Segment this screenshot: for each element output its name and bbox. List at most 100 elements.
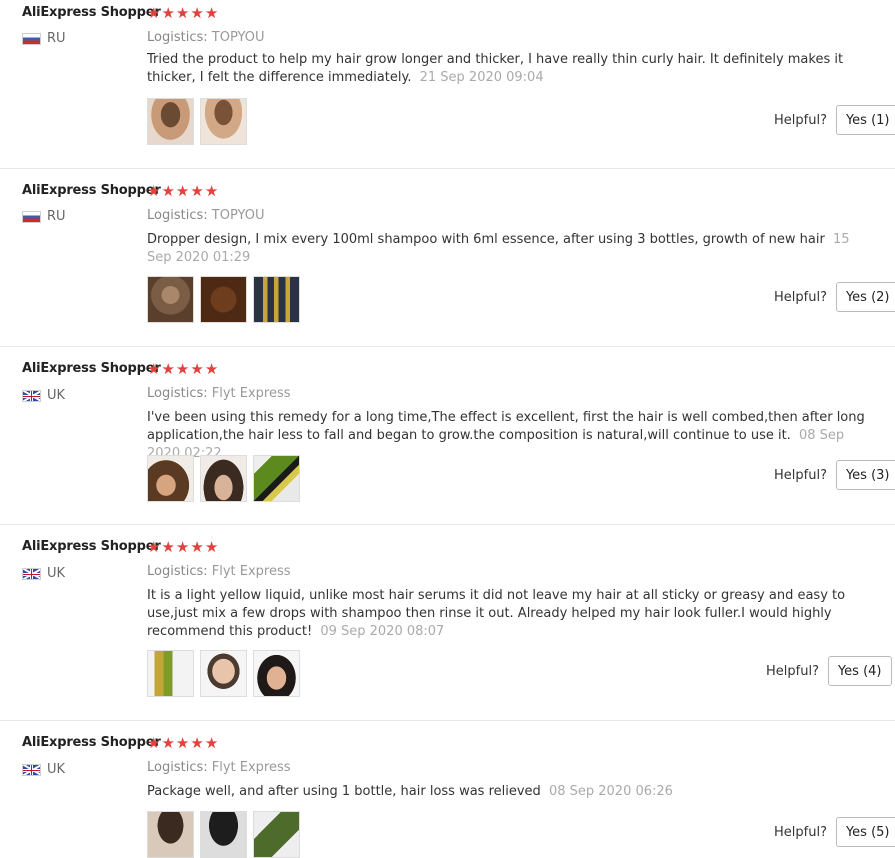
- star-icon: ★: [204, 734, 219, 752]
- star-icon: ★: [175, 538, 190, 556]
- review-photo-thumbnail[interactable]: [200, 455, 247, 502]
- reviewer-country: UK: [22, 762, 65, 777]
- logistics-carrier: TOPYOU: [211, 30, 265, 45]
- review-photo-thumbnail[interactable]: [147, 276, 194, 323]
- star-icon: ★: [190, 538, 204, 556]
- review-item: AliExpress Shopper ★ ★ ★ ★ ★ RU Logistic…: [0, 0, 895, 169]
- helpful-yes-button[interactable]: Yes (1): [835, 105, 895, 135]
- review-photo-thumbnail[interactable]: [147, 455, 194, 502]
- reviewer-country: RU: [22, 31, 66, 46]
- helpful-label: Helpful?: [774, 112, 827, 128]
- star-rating: ★ ★ ★ ★ ★: [147, 5, 218, 21]
- star-icon: ★: [175, 734, 190, 752]
- star-icon: ★: [161, 4, 175, 22]
- helpful-section: Helpful? Yes (2): [774, 282, 895, 312]
- review-photos: [147, 650, 300, 697]
- helpful-yes-button[interactable]: Yes (4): [827, 656, 892, 686]
- star-rating: ★ ★ ★ ★ ★: [147, 183, 218, 199]
- logistics-info: Logistics: TOPYOU: [147, 30, 264, 45]
- helpful-section: Helpful? Yes (5): [774, 817, 895, 847]
- review-photo-thumbnail[interactable]: [200, 276, 247, 323]
- review-content: Dropper design, I mix every 100ml shampo…: [147, 231, 875, 267]
- helpful-label: Helpful?: [774, 289, 827, 305]
- review-photo-thumbnail[interactable]: [147, 650, 194, 697]
- star-icon: ★: [175, 4, 190, 22]
- reviewer-country: RU: [22, 209, 66, 224]
- review-text: Package well, and after using 1 bottle, …: [147, 784, 541, 799]
- review-item: AliExpress Shopper ★ ★ ★ ★ ★ UK Logistic…: [0, 525, 895, 721]
- reviewer-name: AliExpress Shopper: [22, 539, 161, 554]
- review-item: AliExpress Shopper ★ ★ ★ ★ ★ UK Logistic…: [0, 347, 895, 525]
- helpful-label: Helpful?: [774, 467, 827, 483]
- logistics-carrier: Flyt Express: [211, 760, 291, 775]
- star-icon: ★: [147, 734, 161, 752]
- review-text: I've been using this remedy for a long t…: [147, 410, 865, 443]
- review-photo-thumbnail[interactable]: [200, 650, 247, 697]
- review-content: Package well, and after using 1 bottle, …: [147, 783, 875, 801]
- logistics-info: Logistics: Flyt Express: [147, 760, 291, 775]
- review-photo-thumbnail[interactable]: [253, 455, 300, 502]
- helpful-yes-button[interactable]: Yes (5): [835, 817, 895, 847]
- helpful-yes-button[interactable]: Yes (3): [835, 460, 895, 490]
- review-text: Dropper design, I mix every 100ml shampo…: [147, 232, 825, 247]
- country-code: UK: [47, 762, 66, 777]
- logistics-label: Logistics:: [147, 564, 208, 579]
- review-content: Tried the product to help my hair grow l…: [147, 51, 875, 87]
- star-rating: ★ ★ ★ ★ ★: [147, 539, 218, 555]
- star-icon: ★: [147, 4, 161, 22]
- star-icon: ★: [190, 734, 204, 752]
- logistics-carrier: Flyt Express: [211, 564, 291, 579]
- review-photos: [147, 276, 300, 323]
- star-icon: ★: [161, 360, 175, 378]
- review-photos: [147, 455, 300, 502]
- star-icon: ★: [190, 182, 204, 200]
- logistics-label: Logistics:: [147, 386, 208, 401]
- star-icon: ★: [190, 4, 204, 22]
- star-icon: ★: [204, 4, 219, 22]
- review-photo-thumbnail[interactable]: [253, 811, 300, 858]
- helpful-label: Helpful?: [774, 824, 827, 840]
- helpful-yes-button[interactable]: Yes (2): [835, 282, 895, 312]
- review-date: 08 Sep 2020 06:26: [548, 784, 673, 799]
- country-code: UK: [47, 566, 66, 581]
- review-date: 21 Sep 2020 09:04: [419, 70, 544, 85]
- country-code: UK: [47, 388, 66, 403]
- review-photo-thumbnail[interactable]: [200, 811, 247, 858]
- russia-flag-icon: [22, 210, 41, 223]
- helpful-section: Helpful? Yes (4): [766, 656, 895, 686]
- review-photo-thumbnail[interactable]: [147, 811, 194, 858]
- star-icon: ★: [147, 538, 161, 556]
- star-icon: ★: [204, 360, 219, 378]
- country-code: RU: [47, 31, 66, 46]
- review-content: It is a light yellow liquid, unlike most…: [147, 587, 875, 641]
- logistics-carrier: TOPYOU: [211, 208, 265, 223]
- star-icon: ★: [175, 360, 190, 378]
- star-icon: ★: [204, 182, 219, 200]
- uk-flag-icon: [22, 567, 41, 580]
- reviewer-name: AliExpress Shopper: [22, 5, 161, 20]
- review-item: AliExpress Shopper ★ ★ ★ ★ ★ RU Logistic…: [0, 169, 895, 347]
- uk-flag-icon: [22, 389, 41, 402]
- logistics-info: Logistics: Flyt Express: [147, 564, 291, 579]
- star-icon: ★: [161, 734, 175, 752]
- review-photo-thumbnail[interactable]: [253, 276, 300, 323]
- logistics-label: Logistics:: [147, 30, 208, 45]
- review-photo-thumbnail[interactable]: [200, 98, 247, 145]
- review-photos: [147, 811, 300, 858]
- helpful-section: Helpful? Yes (1): [774, 105, 895, 135]
- reviewer-country: UK: [22, 566, 65, 581]
- review-photo-thumbnail[interactable]: [253, 650, 300, 697]
- review-item: AliExpress Shopper ★ ★ ★ ★ ★ UK Logistic…: [0, 721, 895, 858]
- star-icon: ★: [147, 182, 161, 200]
- star-rating: ★ ★ ★ ★ ★: [147, 361, 218, 377]
- star-icon: ★: [204, 538, 219, 556]
- reviewer-name: AliExpress Shopper: [22, 183, 161, 198]
- logistics-label: Logistics:: [147, 760, 208, 775]
- russia-flag-icon: [22, 32, 41, 45]
- country-code: RU: [47, 209, 66, 224]
- uk-flag-icon: [22, 763, 41, 776]
- logistics-info: Logistics: TOPYOU: [147, 208, 264, 223]
- star-icon: ★: [190, 360, 204, 378]
- star-icon: ★: [175, 182, 190, 200]
- review-photo-thumbnail[interactable]: [147, 98, 194, 145]
